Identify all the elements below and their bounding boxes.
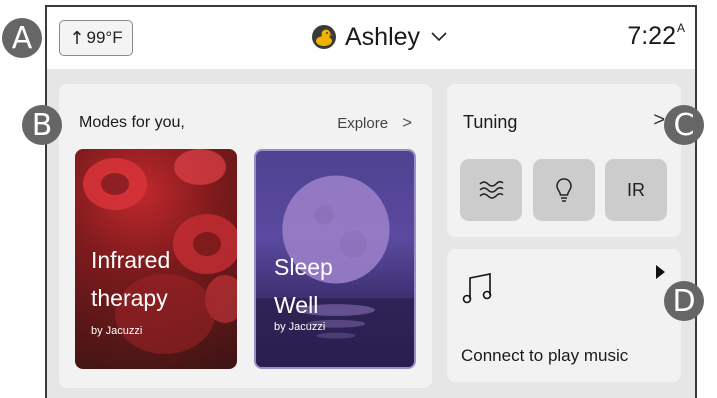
control-panel-screen: ↑ 99°F Ashley 7:22A Modes for you, Explo… bbox=[45, 5, 697, 398]
music-card[interactable]: Connect to play music bbox=[447, 249, 681, 382]
mode-title-line: Well bbox=[274, 292, 319, 318]
rubber-duck-icon bbox=[312, 25, 336, 49]
mode-tile-byline: by Jacuzzi bbox=[91, 325, 143, 337]
user-selector[interactable]: Ashley bbox=[311, 19, 448, 55]
clock-time: 7:22 bbox=[627, 22, 676, 50]
callout-marker-d: D bbox=[664, 281, 704, 321]
modes-card: Modes for you, Explore > Infrared therap… bbox=[59, 84, 432, 388]
callout-marker-a: A bbox=[2, 18, 42, 58]
mode-tile-sleep-well[interactable]: Sleep Well by Jacuzzi bbox=[254, 149, 416, 369]
play-icon[interactable] bbox=[656, 265, 665, 279]
chevron-right-icon[interactable]: > bbox=[653, 109, 665, 132]
temperature-chip[interactable]: ↑ 99°F bbox=[59, 20, 133, 56]
infrared-button[interactable]: IR bbox=[605, 159, 667, 221]
air-waves-icon bbox=[479, 180, 504, 199]
infrared-label: IR bbox=[627, 179, 645, 200]
lights-button[interactable] bbox=[533, 159, 595, 221]
temperature-value: 99°F bbox=[86, 28, 123, 47]
mode-tile-infrared-therapy[interactable]: Infrared therapy by Jacuzzi bbox=[75, 149, 237, 369]
tuning-title: Tuning bbox=[463, 112, 518, 132]
chevron-right-icon: > bbox=[402, 113, 412, 132]
arrow-up-icon: ↑ bbox=[69, 27, 85, 49]
tuning-card[interactable]: Tuning > IR bbox=[447, 84, 681, 237]
mode-tile-title: Infrared therapy bbox=[91, 241, 170, 317]
mode-tile-title: Sleep Well bbox=[274, 248, 333, 324]
callout-marker-c: C bbox=[664, 105, 704, 145]
chevron-down-icon bbox=[431, 32, 447, 42]
air-waves-button[interactable] bbox=[460, 159, 522, 221]
user-name: Ashley bbox=[345, 22, 421, 51]
clock-suffix: A bbox=[676, 21, 685, 35]
modes-title: Modes for you, bbox=[79, 114, 185, 131]
mode-title-line: Sleep bbox=[274, 254, 333, 280]
explore-label: Explore bbox=[337, 114, 389, 132]
lightbulb-icon bbox=[556, 178, 572, 202]
callout-marker-b: B bbox=[22, 105, 62, 145]
mode-title-line: therapy bbox=[91, 285, 168, 311]
clock: 7:22A bbox=[627, 21, 685, 51]
connect-music-label: Connect to play music bbox=[461, 346, 629, 365]
explore-link[interactable]: Explore > bbox=[337, 113, 412, 133]
music-note-icon bbox=[462, 273, 492, 304]
mode-tile-byline: by Jacuzzi bbox=[274, 321, 326, 333]
top-bar: ↑ 99°F Ashley 7:22A bbox=[47, 7, 695, 69]
mode-title-line: Infrared bbox=[91, 247, 171, 273]
